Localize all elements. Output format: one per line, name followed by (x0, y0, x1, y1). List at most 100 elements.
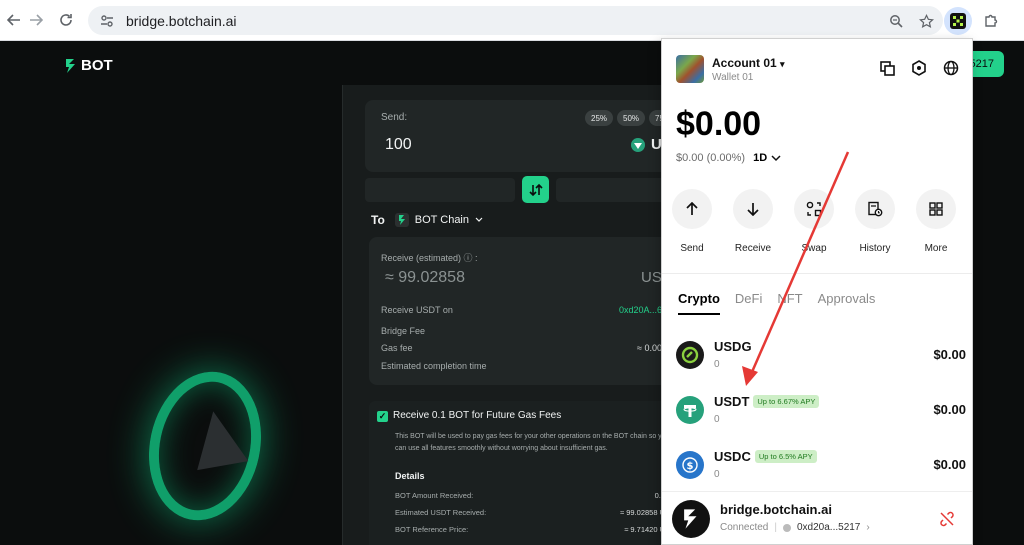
url-text[interactable]: bridge.botchain.ai (126, 13, 237, 29)
chevron-down-icon (475, 217, 483, 222)
okx-extension-icon[interactable] (944, 7, 972, 35)
swap-icon (806, 201, 822, 217)
to-label: To (371, 213, 385, 227)
total-balance: $0.00 (676, 105, 762, 143)
connected-site-name: bridge.botchain.ai (720, 502, 832, 517)
wallet-name: Wallet 01 (712, 71, 754, 83)
swap-direction-button[interactable] (522, 176, 549, 203)
hexagon-icon[interactable] (910, 59, 928, 77)
disconnect-icon[interactable] (938, 510, 956, 528)
receive-label: Receive (estimated) ⓘ : (381, 253, 478, 263)
bot-chain-icon (394, 213, 409, 227)
reload-icon[interactable] (52, 6, 80, 34)
to-row: To BOT Chain (371, 213, 483, 227)
copy-icon[interactable] (878, 59, 896, 77)
send-amount-input[interactable]: 100 (385, 136, 412, 154)
bot-logo-icon (66, 58, 75, 73)
globe-icon[interactable] (942, 59, 960, 77)
history-icon (868, 201, 883, 217)
account-header[interactable]: Account 01 ▾ Wallet 01 (676, 55, 785, 83)
gas-description: This BOT will be used to pay gas fees fo… (395, 433, 670, 452)
balance-change: $0.00 (0.00%) 1D (676, 152, 781, 164)
connection-status: Connected | 0xd20a...5217 › (720, 522, 870, 533)
token-usd-value: $0.00 (933, 347, 966, 362)
token-name: USDC (714, 449, 751, 464)
send-box: Send: 25% 50% 75% 100 USDC (365, 100, 694, 172)
forward-arrow-icon[interactable] (22, 6, 50, 34)
token-amount: 0 (714, 469, 720, 480)
address-bar[interactable]: bridge.botchain.ai (88, 6, 943, 35)
swap-arrows-icon (528, 183, 543, 196)
usdt-icon (676, 396, 704, 424)
site-logo[interactable]: BOT (65, 57, 113, 74)
token-amount: 0 (714, 414, 720, 425)
chevron-down-icon[interactable] (771, 154, 781, 162)
connected-address[interactable]: 0xd20a...5217 (797, 522, 860, 533)
to-chain-label: BOT Chain (414, 214, 469, 226)
arrow-down-icon (747, 203, 759, 216)
token-amount: 0 (714, 359, 720, 370)
gas-option-box: ✓ Receive 0.1 BOT for Future Gas Fees Th… (369, 401, 683, 545)
extensions-puzzle-icon[interactable] (978, 8, 1004, 34)
token-usd-value: $0.00 (933, 457, 966, 472)
site-logo-text: BOT (81, 57, 113, 74)
svg-text:$: $ (687, 461, 694, 472)
connected-site-footer: bridge.botchain.ai Connected | 0xd20a...… (662, 491, 972, 544)
swap-action-button[interactable]: Swap (794, 189, 834, 254)
timeframe-selector[interactable]: 1D (753, 152, 767, 164)
hero-cone-graphic (187, 406, 249, 471)
grid-icon (929, 202, 943, 216)
gas-fee-row: Gas fee ≈ 0.00100 (381, 343, 677, 353)
address-dot-icon (782, 523, 791, 532)
avatar (676, 55, 704, 83)
tether-diamond-icon (631, 137, 645, 152)
bot-site-logo-icon (672, 500, 710, 538)
receive-row: Receive USDT on 0xd20A...6157 (381, 305, 677, 315)
divider (662, 273, 972, 274)
swap-divider-left (365, 178, 515, 202)
bridge-panel: Send: 25% 50% 75% 100 USDC To BOT Chain … (342, 85, 694, 545)
receive-box: Receive (estimated) ⓘ : ≈ 99.02858 USDC … (369, 237, 684, 385)
completion-time-row: Estimated completion time (381, 361, 487, 371)
send-label: Send: (381, 112, 408, 123)
usdg-icon (676, 341, 704, 369)
token-row-usdt[interactable]: USDT Up to 6.67% APY 0 $0.00 (676, 390, 966, 436)
detail-row: BOT Reference Price: ≈ 9.71420 U (395, 525, 665, 534)
gas-checkbox[interactable]: ✓ (377, 411, 388, 422)
percent-25-button[interactable]: 25% (585, 110, 614, 126)
zoom-icon[interactable] (885, 10, 907, 32)
token-usd-value: $0.00 (933, 402, 966, 417)
token-name: USDG (714, 339, 752, 354)
gas-title: Receive 0.1 BOT for Future Gas Fees (393, 410, 562, 421)
asset-tabs: Crypto DeFi NFT Approvals (678, 291, 876, 315)
details-title: Details (395, 471, 425, 481)
to-chain-selector[interactable]: BOT Chain (394, 213, 483, 227)
usdc-icon: $ (676, 451, 704, 479)
detail-row: Estimated USDT Received: ≈ 99.02858 U (395, 508, 665, 517)
wallet-popup: Account 01 ▾ Wallet 01 $0.00 $0.00 (0.00… (661, 38, 973, 545)
bridge-fee-row: Bridge Fee0 (381, 326, 677, 336)
receive-value: ≈ 99.02858 (385, 269, 465, 286)
detail-row: BOT Amount Received: 0.1 (395, 491, 665, 500)
token-name: USDT (714, 394, 750, 409)
history-action-button[interactable]: History (855, 189, 895, 254)
star-icon[interactable] (915, 10, 937, 32)
arrow-up-icon (686, 202, 698, 215)
action-row: Send Receive Swap History More (672, 189, 956, 254)
tab-approvals[interactable]: Approvals (818, 291, 876, 306)
caret-down-icon: ▾ (780, 58, 785, 69)
tab-nft[interactable]: NFT (777, 291, 802, 306)
site-settings-icon[interactable] (96, 10, 118, 32)
header-actions (878, 59, 960, 77)
percent-50-button[interactable]: 50% (617, 110, 646, 126)
more-action-button[interactable]: More (916, 189, 956, 254)
receive-action-button[interactable]: Receive (733, 189, 773, 254)
apy-badge[interactable]: Up to 6.5% APY (754, 450, 817, 463)
account-name[interactable]: Account 01 ▾ (712, 56, 785, 70)
send-action-button[interactable]: Send (672, 189, 712, 254)
token-row-usdg[interactable]: USDG 0 $0.00 (676, 335, 966, 381)
token-row-usdc[interactable]: $ USDC Up to 6.5% APY 0 $0.00 (676, 445, 966, 491)
apy-badge[interactable]: Up to 6.67% APY (753, 395, 820, 408)
tab-crypto[interactable]: Crypto (678, 291, 720, 315)
tab-defi[interactable]: DeFi (735, 291, 762, 306)
